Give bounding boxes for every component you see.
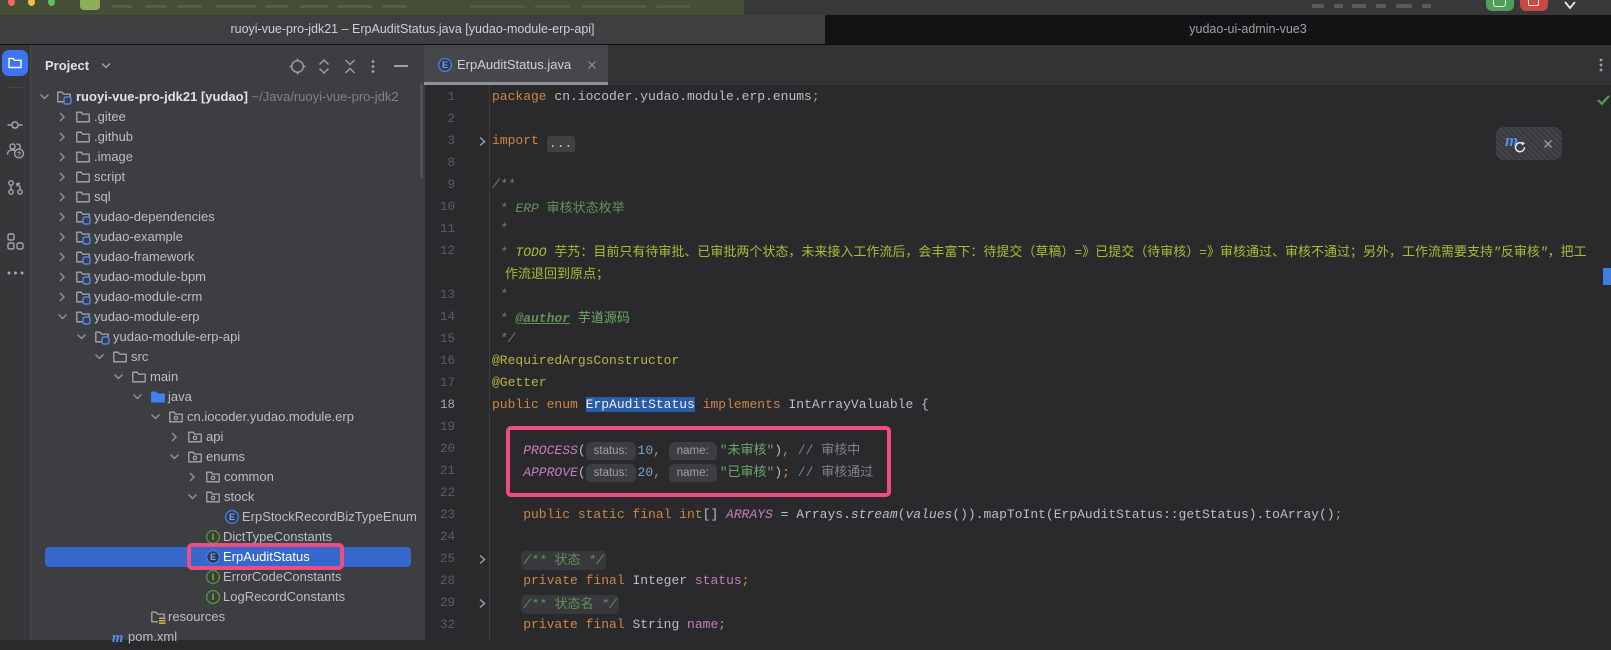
svg-text:E: E xyxy=(229,512,235,522)
svg-text:m: m xyxy=(112,630,123,645)
svg-text:E: E xyxy=(442,60,448,70)
svg-text:?: ? xyxy=(17,150,22,159)
svg-text:I: I xyxy=(212,592,215,602)
svg-text:I: I xyxy=(212,532,215,542)
svg-text:I: I xyxy=(212,572,215,582)
